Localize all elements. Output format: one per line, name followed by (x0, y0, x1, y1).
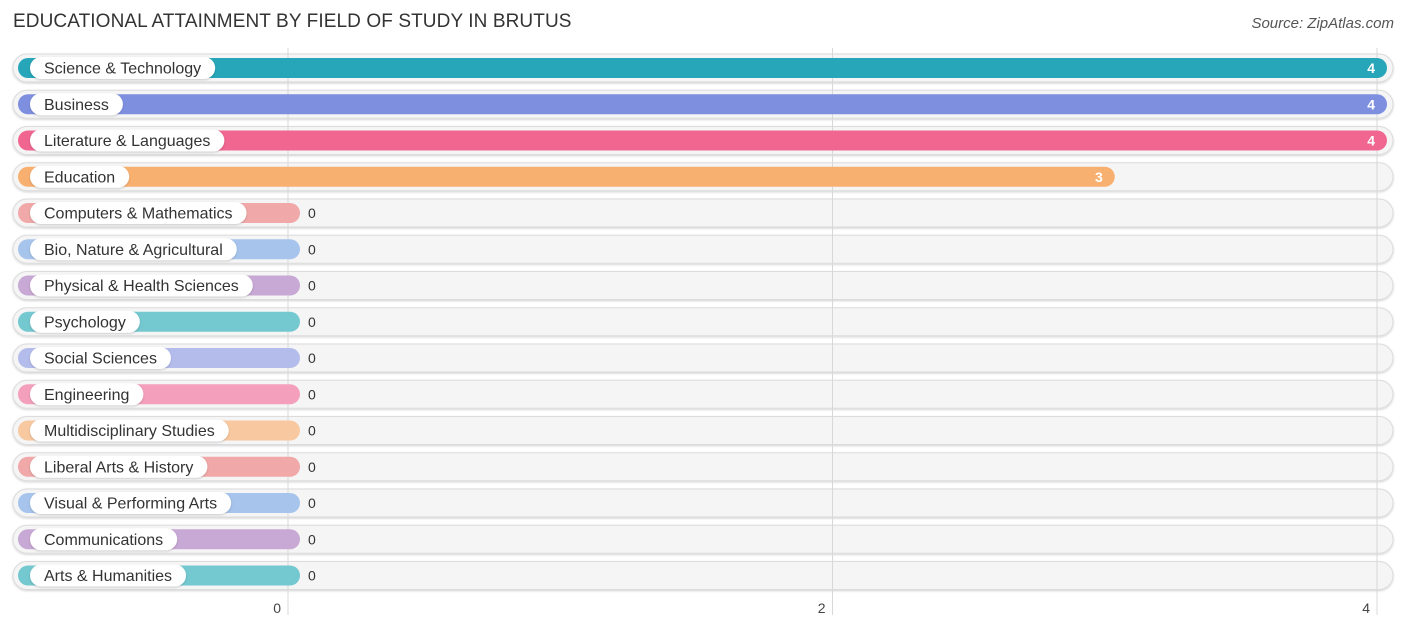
bar[interactable] (18, 58, 1387, 78)
category-label: Engineering (44, 387, 129, 404)
category-label: Literature & Languages (44, 133, 210, 150)
bar-row: Science & Technology 4 (18, 57, 1387, 79)
value-label: 0 (308, 495, 316, 511)
bar-row: Visual & Performing Arts 0 (18, 492, 316, 514)
bar-chart: Science & Technology 4Business 4Literature… (12, 48, 1394, 616)
value-label: 0 (308, 350, 316, 366)
category-label: Science & Technology (44, 61, 201, 78)
value-label: 0 (308, 386, 316, 402)
category-label: Bio, Nature & Agricultural (44, 242, 223, 259)
bar-row: Business 4 (18, 93, 1387, 116)
value-label: 3 (1095, 169, 1103, 185)
bar-row: Arts & Humanities 0 (18, 564, 316, 587)
category-label: Arts & Humanities (44, 568, 172, 585)
value-label: 4 (1367, 96, 1375, 112)
value-label: 0 (308, 278, 316, 294)
category-label: Psychology (44, 314, 126, 331)
bar-row: Education 3 (18, 165, 1115, 188)
category-label: Visual & Performing Arts (44, 496, 217, 513)
category-label: Physical & Health Sciences (44, 278, 239, 295)
value-label: 0 (308, 205, 316, 221)
bar-row: Multidisciplinary Studies 0 (18, 419, 316, 442)
value-label: 4 (1367, 133, 1375, 149)
category-label: Communications (44, 532, 163, 549)
x-tick-label: 2 (818, 600, 826, 616)
bar-row: Liberal Arts & History 0 (18, 455, 316, 478)
value-label: 0 (308, 314, 316, 330)
bar-row: Psychology 0 (18, 310, 316, 333)
category-label: Computers & Mathematics (44, 206, 233, 223)
x-tick-label: 4 (1362, 600, 1370, 616)
value-label: 0 (308, 568, 316, 584)
bar-row: Social Sciences 0 (18, 347, 316, 369)
bar-row: Communications 0 (18, 528, 316, 551)
x-tick-label: 0 (273, 600, 281, 616)
value-label: 4 (1367, 60, 1375, 76)
bar-row: Physical & Health Sciences 0 (18, 274, 316, 297)
category-label: Multidisciplinary Studies (44, 423, 215, 440)
category-label: Business (44, 97, 109, 114)
bar[interactable] (18, 94, 1387, 115)
category-label: Education (44, 169, 115, 186)
value-label: 0 (308, 241, 316, 257)
bar-row: Engineering 0 (18, 383, 316, 406)
bar-row: Literature & Languages 4 (18, 129, 1387, 152)
value-label: 0 (308, 423, 316, 439)
category-label: Social Sciences (44, 351, 157, 368)
bar-row: Computers & Mathematics 0 (18, 202, 316, 224)
category-label: Liberal Arts & History (44, 459, 193, 476)
bar-row: Bio, Nature & Agricultural 0 (18, 238, 316, 261)
value-label: 0 (308, 531, 316, 547)
bar[interactable] (18, 166, 1115, 187)
value-label: 0 (308, 459, 316, 475)
